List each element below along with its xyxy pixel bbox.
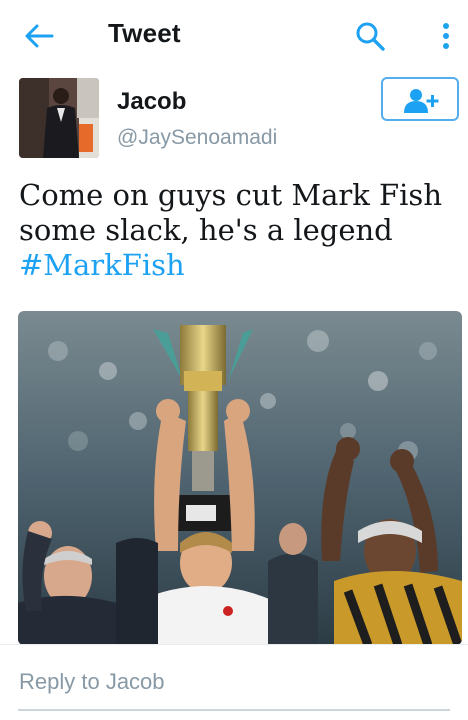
page-title: Tweet xyxy=(108,18,181,48)
follow-button[interactable] xyxy=(381,77,459,121)
more-vertical-icon xyxy=(443,23,449,49)
author-name[interactable]: Jacob xyxy=(117,88,186,116)
search-button[interactable] xyxy=(350,16,390,56)
back-button[interactable] xyxy=(22,19,62,55)
hashtag-link[interactable]: #MarkFish xyxy=(19,248,449,283)
top-app-bar: Tweet xyxy=(0,0,468,75)
more-options-button[interactable] xyxy=(432,16,460,56)
add-user-icon xyxy=(404,89,439,113)
reply-input[interactable]: Reply to Jacob xyxy=(19,669,165,695)
trophy-celebration-photo xyxy=(18,311,462,645)
avatar-photo xyxy=(19,78,99,158)
author-handle[interactable]: @JaySenoamadi xyxy=(117,126,277,150)
tweet-text: Come on guys cut Mark Fish some slack, h… xyxy=(19,178,449,283)
reply-underline xyxy=(18,709,450,711)
tweet-detail: Jacob @JaySenoamadi Come on guys cut Mar… xyxy=(0,74,468,645)
tweet-body-text: Come on guys cut Mark Fish some slack, h… xyxy=(19,178,442,247)
arrow-left-icon xyxy=(25,24,54,48)
avatar[interactable] xyxy=(19,78,99,158)
search-icon xyxy=(356,22,385,51)
tweet-photo[interactable] xyxy=(18,311,462,645)
reply-bar: Reply to Jacob xyxy=(0,644,468,720)
